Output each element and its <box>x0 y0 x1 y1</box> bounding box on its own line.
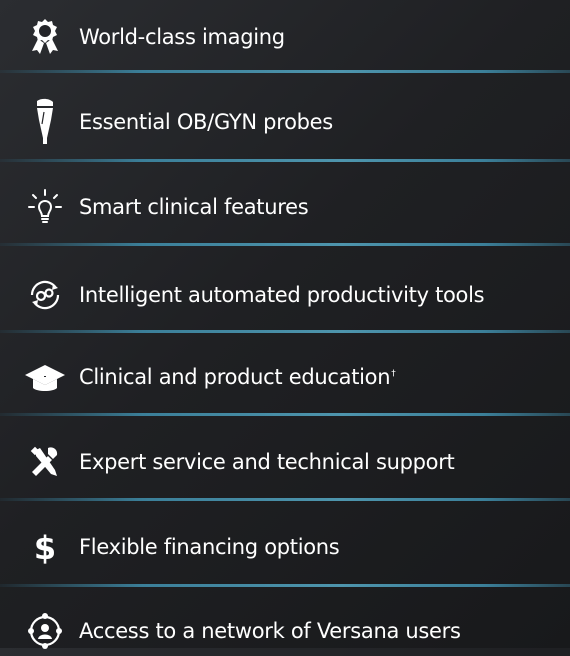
feature-item-ob-gyn-probes: Essential OB/GYN probes <box>0 97 570 147</box>
award-ribbon-icon <box>18 17 72 57</box>
user-network-icon <box>18 611 72 651</box>
feature-label: Expert service and technical support <box>79 449 455 474</box>
feature-divider <box>0 498 570 501</box>
feature-label-text: Clinical and product education <box>79 364 391 389</box>
feature-divider <box>0 584 570 587</box>
feature-label: Smart clinical features <box>79 194 309 219</box>
feature-item-expert-service: Expert service and technical support <box>0 437 570 487</box>
feature-divider <box>0 413 570 416</box>
feature-label: Access to a network of Versana users <box>79 618 461 643</box>
graduation-cap-icon <box>18 357 72 397</box>
feature-label: Clinical and product education† <box>79 364 396 389</box>
svg-text:$: $ <box>34 529 56 567</box>
feature-item-financing-options: $ Flexible financing options <box>0 522 570 572</box>
feature-divider <box>0 243 570 246</box>
lightbulb-icon <box>18 187 72 227</box>
feature-list: World-class imaging Essential OB/GYN pro… <box>0 0 570 649</box>
feature-label: World-class imaging <box>79 24 285 49</box>
dollar-sign-icon: $ <box>18 527 72 567</box>
feature-label: Intelligent automated productivity tools <box>79 282 485 307</box>
ultrasound-probe-icon <box>18 98 72 144</box>
footnote-marker: † <box>391 368 396 379</box>
feature-divider <box>0 70 570 73</box>
feature-item-world-class-imaging: World-class imaging <box>0 12 570 62</box>
feature-item-smart-clinical-features: Smart clinical features <box>0 182 570 232</box>
feature-divider <box>0 159 570 162</box>
feature-label: Essential OB/GYN probes <box>79 109 333 134</box>
feature-label: Flexible financing options <box>79 534 340 559</box>
feature-item-user-network: Access to a network of Versana users <box>0 606 570 656</box>
tools-icon <box>18 442 72 482</box>
automation-gears-icon <box>18 275 72 315</box>
feature-divider <box>0 330 570 333</box>
feature-item-clinical-education: Clinical and product education† <box>0 352 570 402</box>
feature-item-productivity-tools: Intelligent automated productivity tools <box>0 270 570 320</box>
